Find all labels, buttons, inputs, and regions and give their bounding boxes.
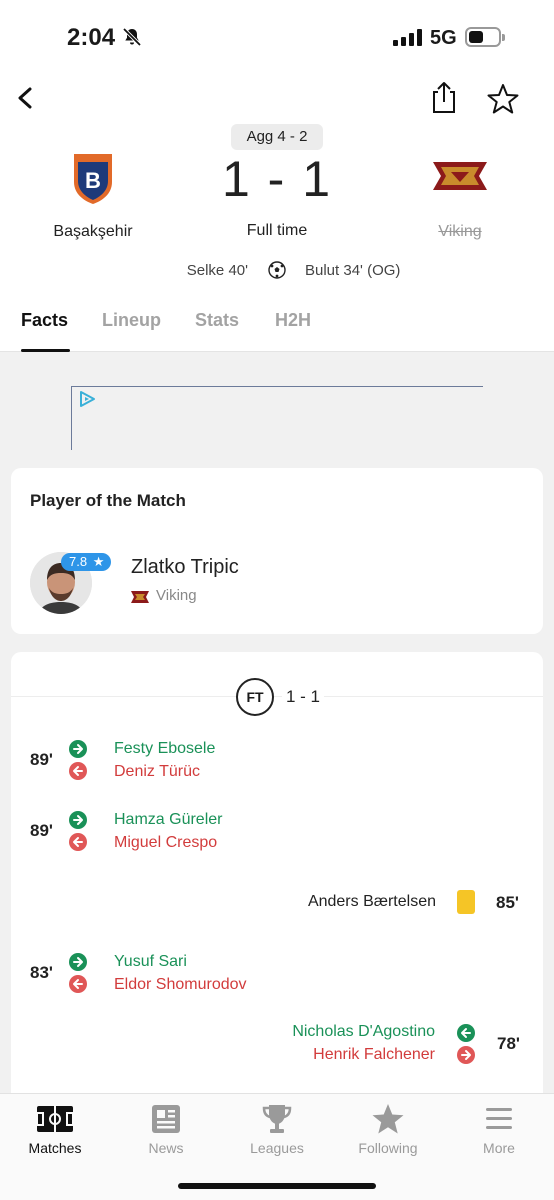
nav-label: Matches xyxy=(28,1140,82,1156)
tab-lineup[interactable]: Lineup xyxy=(102,310,161,331)
ad-banner[interactable] xyxy=(71,386,483,450)
player-rating: 7.8 xyxy=(69,554,88,569)
event-minute: 83' xyxy=(30,963,53,982)
match-header: Agg 4 - 2 1 - 1 Full time B Başakşehir V… xyxy=(0,74,554,352)
sub-out-arrow-icon xyxy=(69,762,87,780)
football-icon xyxy=(268,261,286,279)
full-time-badge: FT xyxy=(236,678,274,716)
tab-facts[interactable]: Facts xyxy=(21,310,68,331)
sub-out-arrow-icon xyxy=(457,1046,475,1064)
nav-label: Leagues xyxy=(250,1140,304,1156)
player-in: Nicholas D'Agostino xyxy=(292,1023,435,1040)
match-tabs: Facts Lineup Stats H2H xyxy=(0,310,554,352)
ad-choices-icon[interactable] xyxy=(78,390,96,408)
event-minute: 89' xyxy=(30,750,53,769)
viking-crest-icon xyxy=(433,162,487,190)
event-minute: 78' xyxy=(497,1034,520,1053)
nav-more[interactable]: More xyxy=(444,1102,554,1156)
back-chevron-icon[interactable] xyxy=(10,82,42,114)
sub-in-arrow-icon xyxy=(457,1024,475,1042)
player-out: Miguel Crespo xyxy=(114,834,218,851)
star-favorite-icon[interactable] xyxy=(486,82,520,116)
player-out: Eldor Shomurodov xyxy=(114,976,247,993)
sub-out-arrow-icon xyxy=(69,833,87,851)
nav-following[interactable]: Following xyxy=(333,1102,443,1156)
sub-in-arrow-icon xyxy=(69,811,87,829)
viking-crest-icon xyxy=(131,591,149,603)
tab-stats[interactable]: Stats xyxy=(195,310,239,331)
nav-label: More xyxy=(483,1140,515,1156)
sub-out-arrow-icon xyxy=(69,975,87,993)
active-tab-indicator xyxy=(21,349,70,352)
silent-bell-icon xyxy=(122,27,142,47)
status-time: 2:04 xyxy=(67,24,116,51)
player-in: Hamza Güreler xyxy=(114,811,223,828)
newspaper-icon xyxy=(152,1105,180,1133)
menu-icon xyxy=(486,1108,512,1129)
home-scorer: Selke 40' xyxy=(186,262,248,279)
match-status: Full time xyxy=(246,222,308,239)
card-player: Anders Bærtelsen xyxy=(307,893,436,910)
player-out: Deniz Türüc xyxy=(114,763,200,780)
away-team-name: Viking xyxy=(438,223,482,240)
pitch-icon xyxy=(36,1106,74,1132)
tab-h2h[interactable]: H2H xyxy=(275,310,311,331)
event-minute: 89' xyxy=(30,821,53,840)
event-minute: 85' xyxy=(496,893,519,912)
player-name: Zlatko Tripic xyxy=(131,556,239,578)
yellow-card-icon xyxy=(457,890,475,914)
nav-matches[interactable]: Matches xyxy=(0,1102,110,1156)
sub-in-arrow-icon xyxy=(69,740,87,758)
battery-icon xyxy=(465,27,505,47)
away-scorer: Bulut 34' (OG) xyxy=(305,262,401,279)
match-score: 1 - 1 xyxy=(221,151,333,207)
cellular-signal-icon xyxy=(393,28,422,46)
rating-star-icon: ★ xyxy=(89,554,105,569)
home-team[interactable]: B Başakşehir xyxy=(18,150,168,241)
nav-label: News xyxy=(148,1140,184,1156)
svg-text:B: B xyxy=(85,168,101,193)
home-indicator[interactable] xyxy=(178,1183,376,1189)
aggregate-badge: Agg 4 - 2 xyxy=(231,124,323,150)
network-type: 5G xyxy=(430,27,457,49)
player-in: Festy Ebosele xyxy=(114,740,216,757)
home-team-name: Başakşehir xyxy=(53,223,133,240)
sub-in-arrow-icon xyxy=(69,953,87,971)
nav-news[interactable]: News xyxy=(111,1102,221,1156)
away-team[interactable]: Viking xyxy=(385,150,535,241)
player-out: Henrik Falchener xyxy=(313,1046,435,1063)
potm-title: Player of the Match xyxy=(30,491,186,510)
full-time-score: 1 - 1 xyxy=(282,687,325,707)
player-in: Yusuf Sari xyxy=(114,953,187,970)
basaksehir-crest-icon: B xyxy=(74,154,112,204)
share-icon[interactable] xyxy=(428,80,460,116)
player-of-the-match-card[interactable]: Player of the Match 7.8 ★ Zlatko Tripic … xyxy=(11,468,543,634)
match-events-card: FT 1 - 1 89' Festy Ebosele Deniz Türüc 8… xyxy=(11,652,543,1100)
status-bar: 2:04 5G xyxy=(0,0,554,74)
player-rating-badge: 7.8 ★ xyxy=(61,553,111,571)
divider xyxy=(11,696,543,697)
trophy-icon xyxy=(262,1105,292,1133)
star-icon xyxy=(372,1104,404,1134)
player-team: Viking xyxy=(156,587,197,604)
nav-leagues[interactable]: Leagues xyxy=(222,1102,332,1156)
nav-label: Following xyxy=(358,1140,418,1156)
